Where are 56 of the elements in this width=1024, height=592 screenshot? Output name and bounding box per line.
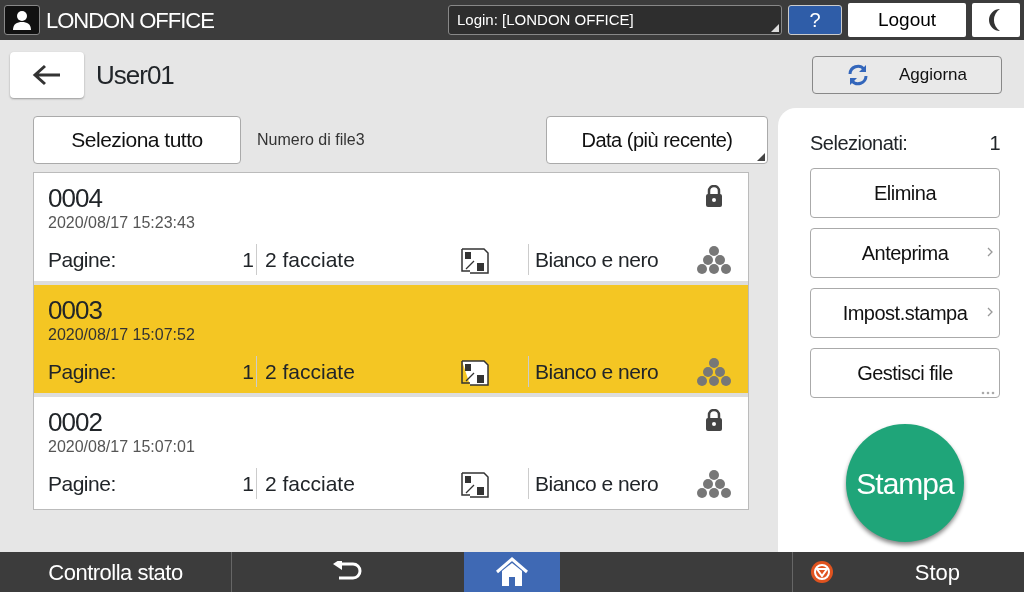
- duplex-icon: [460, 471, 492, 499]
- login-dropdown[interactable]: Login: [LONDON OFFICE]: [448, 5, 782, 35]
- file-row[interactable]: 0003 2020/08/17 15:07:52 Pagine: 1 2 facciate Bianco e nero: [34, 285, 748, 397]
- file-count: Numero di file3: [257, 130, 365, 150]
- file-name: 0003: [48, 294, 103, 323]
- action-button[interactable]: Elimina: [810, 168, 1000, 218]
- selected-label: Selezionati:: [810, 131, 908, 156]
- back-button[interactable]: [10, 52, 84, 98]
- toner-icon: [696, 357, 732, 387]
- check-status-button[interactable]: Controlla stato: [0, 552, 232, 592]
- file-date: 2020/08/17 15:07:01: [48, 437, 196, 457]
- pages-label: Pagine:: [48, 246, 116, 273]
- page-count: 1: [242, 358, 254, 385]
- home-icon: [495, 557, 529, 587]
- user-icon: [4, 5, 40, 35]
- corner-icon: [771, 24, 779, 32]
- chevron-icon: [987, 247, 993, 257]
- toner-icon: [696, 469, 732, 499]
- page-count: 1: [242, 470, 254, 497]
- office-title: LONDON OFFICE: [46, 6, 214, 35]
- action-button[interactable]: Anteprima: [810, 228, 1000, 278]
- stop-button[interactable]: Stop: [792, 552, 1024, 592]
- help-button[interactable]: ?: [788, 5, 842, 35]
- user-name: User01: [96, 58, 174, 92]
- selected-count: 1: [989, 131, 1000, 156]
- file-date: 2020/08/17 15:23:43: [48, 213, 196, 233]
- pages-label: Pagine:: [48, 470, 116, 497]
- file-row[interactable]: 0002 2020/08/17 15:07:01 Pagine: 1 2 facciate Bianco e nero: [34, 397, 748, 509]
- duplex-setting: 2 facciate: [256, 243, 355, 275]
- home-button[interactable]: [464, 552, 560, 592]
- color-mode: Bianco e nero: [528, 355, 659, 387]
- logout-button[interactable]: Logout: [848, 3, 966, 37]
- select-all-button[interactable]: Seleziona tutto: [33, 116, 241, 164]
- dark-mode-button[interactable]: [972, 3, 1020, 37]
- sort-dropdown[interactable]: Data (più recente): [546, 116, 768, 164]
- stop-icon: [811, 561, 833, 583]
- refresh-icon: [846, 64, 869, 86]
- corner-icon: [757, 153, 765, 161]
- more-icon: [981, 391, 995, 395]
- page-count: 1: [242, 246, 254, 273]
- pages-label: Pagine:: [48, 358, 116, 385]
- back-arrow-icon: [32, 64, 62, 86]
- toner-icon: [696, 245, 732, 275]
- duplex-icon: [460, 247, 492, 275]
- file-name: 0004: [48, 182, 104, 211]
- duplex-setting: 2 facciate: [256, 467, 355, 499]
- file-name: 0002: [48, 406, 103, 435]
- duplex-setting: 2 facciate: [256, 355, 355, 387]
- action-button[interactable]: Impost.stampa: [810, 288, 1000, 338]
- refresh-button[interactable]: Aggiorna: [812, 56, 1002, 94]
- color-mode: Bianco e nero: [528, 467, 659, 499]
- color-mode: Bianco e nero: [528, 243, 659, 275]
- file-date: 2020/08/17 15:07:52: [48, 325, 196, 345]
- duplex-icon: [460, 359, 492, 387]
- action-button[interactable]: Gestisci file: [810, 348, 1000, 398]
- chevron-icon: [987, 307, 993, 317]
